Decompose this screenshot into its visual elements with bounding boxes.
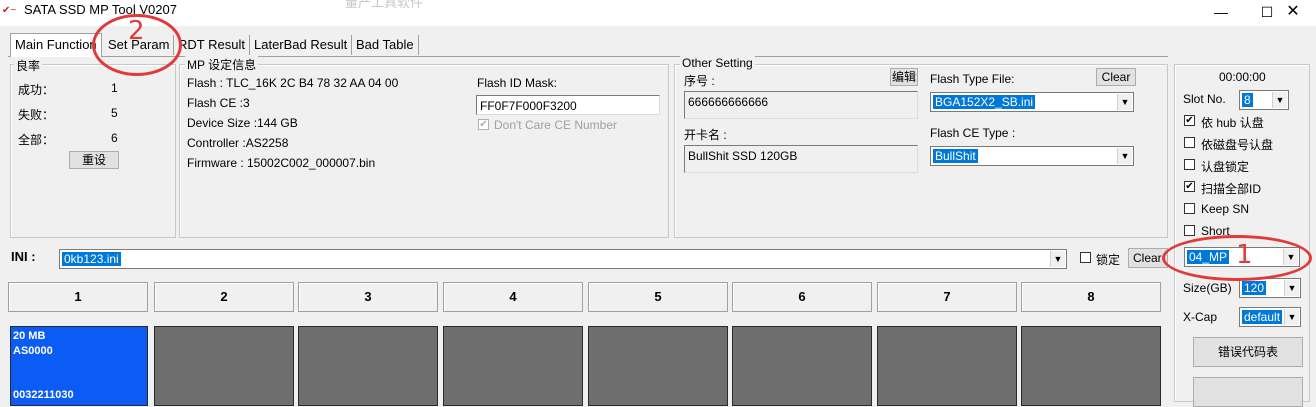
lock-checkbox[interactable] (1080, 252, 1091, 263)
extra-button[interactable] (1193, 377, 1303, 407)
hub-detect-label: 依 hub 认盘 (1201, 116, 1264, 130)
slot-panel-6[interactable] (732, 326, 872, 406)
flash-type-clear-button[interactable]: Clear (1096, 68, 1136, 86)
slot-header-5: 5 (588, 282, 728, 312)
edit-button[interactable]: 编辑 (890, 68, 918, 86)
lock-label: 锁定 (1096, 253, 1121, 267)
dont-care-ce-checkbox[interactable]: ✔ (478, 119, 489, 130)
scan-all-id-checkbox[interactable]: ✔ (1184, 181, 1195, 192)
scan-all-id-label: 扫描全部ID (1201, 182, 1262, 196)
device-size-info: Device Size :144 GB (187, 116, 298, 130)
tab-bad-table[interactable]: Bad Table (352, 35, 419, 55)
other-setting-title: Other Setting (680, 56, 755, 70)
disk-number-detect-label: 依磁盘号认盘 (1201, 138, 1274, 152)
slot-no-label: Slot No. (1183, 92, 1226, 106)
flash-info: Flash : TLC_16K 2C B4 78 32 AA 04 00 (187, 76, 399, 90)
xcap-label: X-Cap (1183, 310, 1218, 324)
flash-ce-type-value: BullShit (933, 149, 978, 163)
slot-panel-8[interactable] (1021, 326, 1161, 406)
chevron-down-icon[interactable]: ▼ (1117, 148, 1132, 164)
yield-title: 良率 (14, 57, 43, 74)
success-label: 成功： (18, 83, 55, 97)
chevron-down-icon[interactable]: ▼ (1272, 92, 1287, 108)
tab-laterbad-result[interactable]: LaterBad Result (250, 35, 353, 55)
slot-header-1: 1 (8, 282, 148, 312)
minimize-icon[interactable]: — (1198, 0, 1244, 26)
slot-no-select[interactable]: 8 ▼ (1239, 90, 1289, 110)
mp-info-title: MP 设定信息 (185, 56, 259, 73)
keep-sn-checkbox[interactable] (1184, 203, 1195, 214)
reset-button[interactable]: 重设 (69, 151, 119, 169)
chevron-down-icon[interactable]: ▼ (1117, 94, 1132, 110)
annotation-number-2: 2 (128, 16, 145, 46)
app-icon: ✔~ (2, 5, 17, 16)
flash-ce-type-label: Flash CE Type : (930, 126, 1016, 140)
timer-display: 00:00:00 (1219, 70, 1266, 84)
short-checkbox[interactable] (1184, 225, 1195, 236)
ini-label: INI : (11, 249, 36, 264)
flash-type-label: Flash Type File: (930, 72, 1015, 86)
disk-number-detect-checkbox[interactable] (1184, 137, 1195, 148)
size-select[interactable]: 120 ▼ (1239, 278, 1301, 298)
size-label: Size(GB) (1183, 281, 1232, 295)
flash-ce-type-select[interactable]: BullShit ▼ (930, 146, 1134, 166)
flash-id-mask-input[interactable]: FF0F7F000F3200 (476, 95, 660, 115)
faded-title: 量产工具软件 (345, 0, 424, 10)
slot-panel-3[interactable] (298, 326, 438, 406)
firmware-info: Firmware : 15002C002_000007.bin (187, 156, 376, 170)
slot-panel-5[interactable] (588, 326, 728, 406)
ini-select[interactable]: 0kb123.ini ▼ (59, 249, 1067, 269)
total-value: 6 (111, 131, 118, 145)
chevron-down-icon[interactable]: ▼ (1284, 309, 1299, 325)
error-code-table-button[interactable]: 错误代码表 (1193, 337, 1303, 367)
tab-rdt-result[interactable]: RDT Result (174, 35, 250, 55)
tab-main-function[interactable]: Main Function (10, 33, 102, 57)
slot-panel-7[interactable] (877, 326, 1017, 406)
slot-header-2: 2 (154, 282, 294, 312)
detect-lock-checkbox[interactable] (1184, 159, 1195, 170)
slot-no-value: 8 (1242, 93, 1253, 107)
keep-sn-label: Keep SN (1201, 202, 1250, 216)
window-title: SATA SSD MP Tool V0207 (24, 2, 177, 17)
card-name-label: 开卡名 : (684, 128, 727, 142)
fail-value: 5 (111, 106, 118, 120)
chevron-down-icon[interactable]: ▼ (1284, 280, 1299, 296)
xcap-value: default (1242, 310, 1283, 324)
close-icon[interactable]: ✕ (1270, 0, 1316, 26)
dont-care-ce-label: Don't Care CE Number (494, 118, 617, 132)
slot-header-4: 4 (443, 282, 583, 312)
xcap-select[interactable]: default ▼ (1239, 307, 1301, 327)
flash-id-mask-label: Flash ID Mask: (477, 76, 558, 90)
slot1-serial: 0032211030 (13, 389, 74, 401)
flash-type-select[interactable]: BGA152X2_SB.ini ▼ (930, 92, 1134, 112)
slot1-controller: AS0000 (13, 345, 53, 357)
slot-panel-4[interactable] (443, 326, 583, 406)
slot-header-6: 6 (732, 282, 872, 312)
title-bar (0, 0, 1316, 26)
flash-ce-info: Flash CE :3 (187, 96, 250, 110)
serial-label: 序号 : (684, 74, 715, 88)
ini-value: 0kb123.ini (62, 252, 121, 266)
flash-type-value: BGA152X2_SB.ini (933, 95, 1036, 109)
total-label: 全部： (18, 133, 55, 147)
slot-panel-2[interactable] (154, 326, 294, 406)
hub-detect-checkbox[interactable]: ✔ (1184, 115, 1195, 126)
controller-info: Controller :AS2258 (187, 136, 289, 150)
annotation-number-1: 1 (1236, 240, 1253, 270)
tab-strip-line (8, 56, 1168, 57)
slot-panel-1[interactable]: 20 MB AS0000 0032211030 (10, 326, 148, 406)
detect-lock-label: 认盘锁定 (1201, 160, 1250, 174)
slot-header-8: 8 (1021, 282, 1161, 312)
fail-label: 失败： (18, 108, 55, 122)
serial-number-field[interactable]: 666666666666 (684, 91, 918, 119)
chevron-down-icon[interactable]: ▼ (1050, 251, 1065, 267)
size-value: 120 (1242, 281, 1267, 295)
card-name-field[interactable]: BullShit SSD 120GB (684, 145, 918, 173)
slot-header-7: 7 (877, 282, 1017, 312)
mp-info-group (179, 64, 669, 238)
success-value: 1 (111, 81, 118, 95)
slot-header-3: 3 (298, 282, 438, 312)
slot1-capacity: 20 MB (13, 330, 46, 342)
